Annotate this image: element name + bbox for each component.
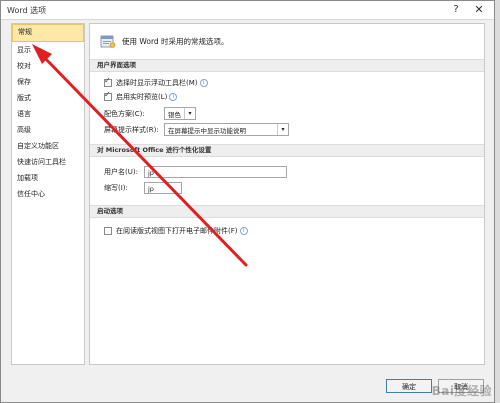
info-icon: i — [169, 93, 178, 101]
sidebar-item-trust-center[interactable]: 信任中心 — [12, 186, 84, 202]
chevron-down-icon: ▾ — [277, 124, 288, 135]
screentip-style-label: 屏幕提示样式(R): — [104, 125, 159, 134]
reading-view-checkbox[interactable] — [104, 227, 112, 235]
word-options-dialog: Word 选项 ? ✕ 常规 显示 校对 保存 版式 语言 高级 自定义功能区 … — [0, 0, 495, 403]
startup-options-heading: 启动选项 — [90, 205, 484, 218]
intro-row: 使用 Word 时采用的常规选项。 — [100, 32, 229, 50]
sidebar-item-add-ins[interactable]: 加载项 — [12, 170, 84, 186]
initials-label: 缩写(I): — [104, 184, 128, 192]
color-scheme-label: 配色方案(C): — [104, 109, 145, 118]
screentip-style-select[interactable]: 在屏幕提示中显示功能说明 ▾ — [164, 123, 289, 136]
sidebar-item-proofing[interactable]: 校对 — [12, 58, 84, 74]
watermark-logo: Bai度经验 — [431, 384, 492, 398]
username-row: 用户名(U): jp — [104, 166, 287, 178]
color-scheme-row: 配色方案(C): 银色 ▾ — [104, 107, 196, 120]
ui-options-heading: 用户界面选项 — [90, 59, 484, 72]
screentip-style-value: 在屏幕提示中显示功能说明 — [168, 126, 246, 135]
live-preview-option[interactable]: 启用实时预览(L) i — [104, 90, 178, 102]
sidebar-item-language[interactable]: 语言 — [12, 106, 84, 122]
screentip-style-row: 屏幕提示样式(R): 在屏幕提示中显示功能说明 ▾ — [104, 123, 289, 136]
sidebar-item-advanced[interactable]: 高级 — [12, 122, 84, 138]
reading-view-label: 在阅读版式视图下打开电子邮件附件(F) — [116, 227, 238, 235]
mini-toolbar-label: 选择时显示浮动工具栏(M) — [116, 79, 198, 87]
personalize-heading: 对 Microsoft Office 进行个性化设置 — [90, 144, 484, 157]
chevron-down-icon: ▾ — [184, 108, 195, 119]
title-bar: Word 选项 ? ✕ — [1, 1, 494, 20]
intro-text: 使用 Word 时采用的常规选项。 — [122, 36, 229, 46]
sidebar-item-customize-ribbon[interactable]: 自定义功能区 — [12, 138, 84, 154]
color-scheme-select[interactable]: 银色 ▾ — [164, 107, 196, 120]
sidebar-item-quick-access-toolbar[interactable]: 快速访问工具栏 — [12, 154, 84, 170]
live-preview-checkbox[interactable] — [104, 90, 112, 101]
color-scheme-value: 银色 — [168, 110, 181, 119]
live-preview-label: 启用实时预览(L) — [116, 93, 168, 101]
ok-button[interactable]: 确定 — [386, 379, 432, 393]
general-options-icon — [100, 35, 116, 48]
initials-input[interactable]: jp — [144, 182, 182, 194]
options-content: 使用 Word 时采用的常规选项。 用户界面选项 选择时显示浮动工具栏(M) i… — [89, 23, 485, 365]
options-sidebar: 常规 显示 校对 保存 版式 语言 高级 自定义功能区 快速访问工具栏 加载项 … — [11, 23, 85, 365]
mini-toolbar-option[interactable]: 选择时显示浮动工具栏(M) i — [104, 76, 208, 88]
sidebar-item-display[interactable]: 显示 — [12, 42, 84, 58]
sidebar-item-general[interactable]: 常规 — [12, 24, 84, 42]
window-title: Word 选项 — [7, 6, 47, 15]
initials-row: 缩写(I): jp — [104, 182, 182, 194]
sidebar-item-save[interactable]: 保存 — [12, 74, 84, 90]
info-icon: i — [239, 227, 248, 235]
username-input[interactable]: jp — [144, 166, 287, 178]
sidebar-item-layout[interactable]: 版式 — [12, 90, 84, 106]
username-label: 用户名(U): — [104, 168, 138, 176]
close-icon[interactable]: ✕ — [470, 2, 488, 18]
question-mark-icon[interactable]: ? — [448, 2, 464, 18]
mini-toolbar-checkbox[interactable] — [104, 76, 112, 87]
reading-view-option[interactable]: 在阅读版式视图下打开电子邮件附件(F) i — [104, 226, 248, 236]
info-icon: i — [199, 79, 208, 87]
